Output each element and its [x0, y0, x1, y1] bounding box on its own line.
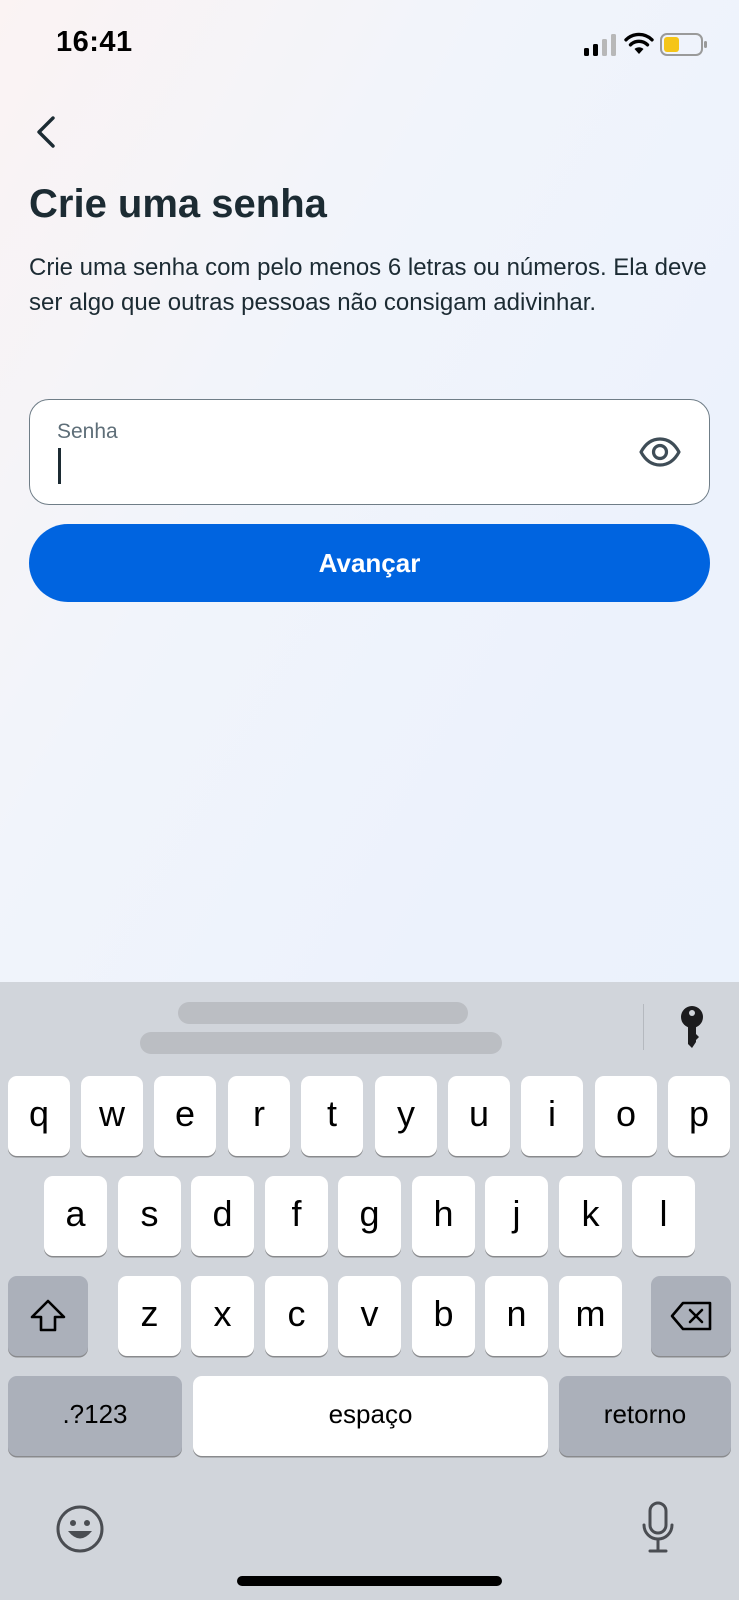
key-n[interactable]: n — [485, 1276, 548, 1356]
page-title: Crie uma senha — [29, 182, 327, 226]
back-button[interactable] — [26, 108, 66, 156]
password-field-label: Senha — [57, 420, 118, 443]
key-k[interactable]: k — [559, 1176, 622, 1256]
key-r[interactable]: r — [228, 1076, 290, 1156]
key-o[interactable]: o — [595, 1076, 657, 1156]
suggestion-divider — [643, 1004, 644, 1050]
page-description: Crie uma senha com pelo menos 6 letras o… — [29, 254, 707, 316]
key-v[interactable]: v — [338, 1276, 401, 1356]
key-j[interactable]: j — [485, 1176, 548, 1256]
shift-key[interactable] — [8, 1276, 88, 1356]
blurred-suggestion — [178, 1002, 468, 1024]
numbers-key[interactable]: .?123 — [8, 1376, 182, 1456]
key-b[interactable]: b — [412, 1276, 475, 1356]
shift-icon — [30, 1299, 66, 1332]
home-indicator — [237, 1576, 502, 1586]
key-s[interactable]: s — [118, 1176, 181, 1256]
key-q[interactable]: q — [8, 1076, 70, 1156]
key-i[interactable]: i — [521, 1076, 583, 1156]
key-x[interactable]: x — [191, 1276, 254, 1356]
wifi-icon — [624, 32, 654, 54]
status-bar: 16:41 — [0, 0, 739, 90]
key-d[interactable]: d — [191, 1176, 254, 1256]
key-u[interactable]: u — [448, 1076, 510, 1156]
password-suggestion-bar[interactable] — [0, 982, 739, 1070]
next-button[interactable]: Avançar — [29, 524, 710, 602]
password-field[interactable]: Senha — [29, 399, 710, 505]
key-e[interactable]: e — [154, 1076, 216, 1156]
microphone-icon[interactable] — [640, 1500, 676, 1556]
battery-icon — [660, 33, 707, 56]
return-key[interactable]: retorno — [559, 1376, 731, 1456]
backspace-icon — [670, 1301, 712, 1331]
key-w[interactable]: w — [81, 1076, 143, 1156]
key-z[interactable]: z — [118, 1276, 181, 1356]
blurred-suggestion — [140, 1032, 502, 1054]
keyboard-bottom-bar — [0, 1478, 739, 1600]
status-time: 16:41 — [56, 26, 133, 58]
backspace-key[interactable] — [651, 1276, 731, 1356]
key-t[interactable]: t — [301, 1076, 363, 1156]
key-f[interactable]: f — [265, 1176, 328, 1256]
key-p[interactable]: p — [668, 1076, 730, 1156]
key-m[interactable]: m — [559, 1276, 622, 1356]
key-l[interactable]: l — [632, 1176, 695, 1256]
key-g[interactable]: g — [338, 1176, 401, 1256]
key-y[interactable]: y — [375, 1076, 437, 1156]
emoji-icon[interactable] — [55, 1504, 105, 1554]
cellular-signal-icon — [584, 34, 616, 56]
key-c[interactable]: c — [265, 1276, 328, 1356]
key-a[interactable]: a — [44, 1176, 107, 1256]
text-cursor — [58, 448, 61, 484]
show-password-eye-icon[interactable] — [639, 434, 681, 470]
key-h[interactable]: h — [412, 1176, 475, 1256]
space-key[interactable]: espaço — [193, 1376, 548, 1456]
password-key-icon[interactable] — [676, 1004, 708, 1050]
